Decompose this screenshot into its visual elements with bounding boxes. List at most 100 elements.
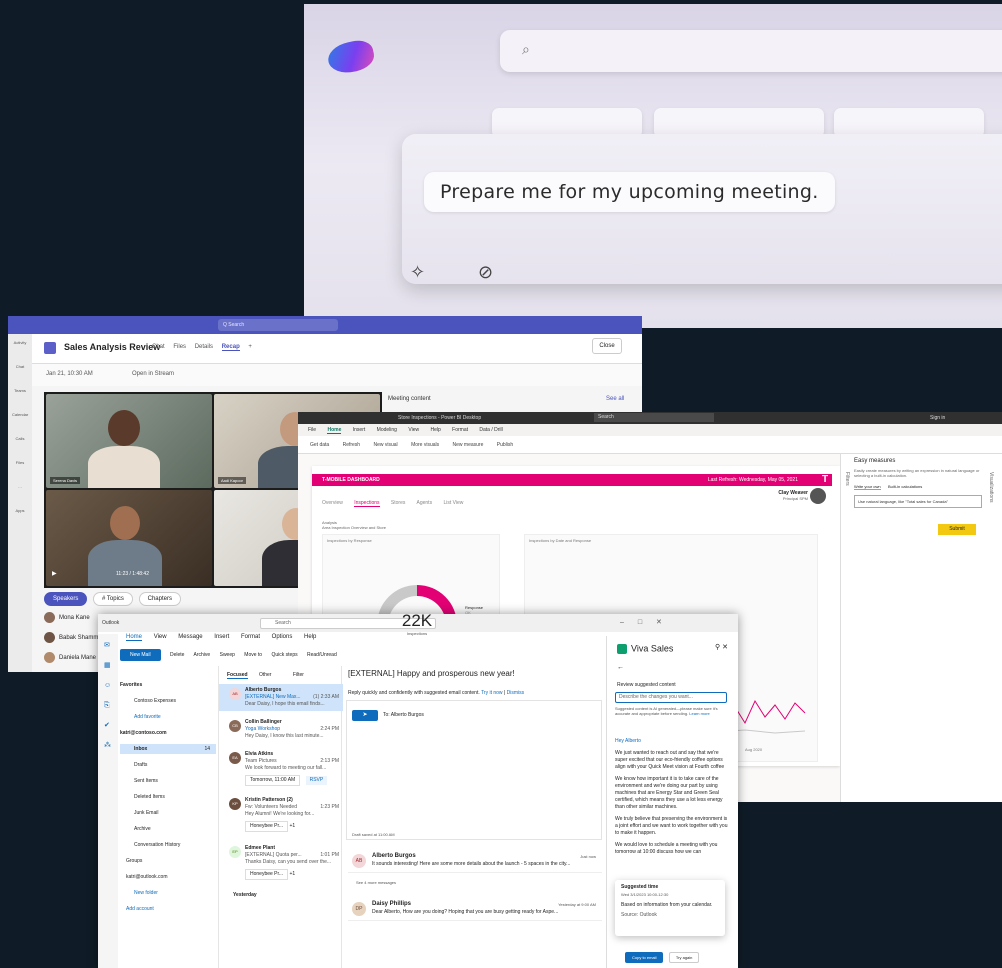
tab-chat[interactable]: Chat — [152, 344, 165, 350]
refresh-button[interactable]: Refresh — [343, 442, 361, 448]
group-header-yesterday[interactable]: Yesterday — [233, 892, 257, 898]
rsvp-button[interactable]: RSVP — [305, 776, 328, 785]
rail-apps[interactable]: Apps — [12, 508, 28, 522]
account-header[interactable]: katri@outlook.com — [126, 874, 167, 880]
play-icon[interactable]: ▶ — [52, 570, 57, 577]
people-icon[interactable]: ☺ — [104, 682, 112, 690]
back-arrow-icon[interactable]: ← — [617, 664, 624, 671]
rail-calls[interactable]: Calls — [12, 436, 28, 450]
rail-files[interactable]: Files — [12, 460, 28, 474]
chip-chapters[interactable]: Chapters — [138, 592, 181, 606]
menu-view[interactable]: View — [154, 634, 167, 640]
sweep-button[interactable]: Sweep — [220, 652, 235, 658]
pbi-menu-view[interactable]: View — [408, 427, 419, 433]
pbi-menu-drill[interactable]: Data / Drill — [479, 427, 502, 433]
pbi-sign-in[interactable]: Sign in — [930, 415, 945, 421]
new-folder-link[interactable]: New folder — [134, 890, 158, 896]
list-item[interactable]: KP Kristin Patterson (2) Fw: Volunteers … — [219, 794, 343, 835]
visualizations-pane-toggle[interactable]: Visualizations — [988, 472, 994, 502]
open-in-stream-link[interactable]: Open in Stream — [132, 371, 174, 377]
read-unread-button[interactable]: Read/Unread — [307, 652, 337, 658]
add-account-link[interactable]: Add account — [126, 906, 154, 912]
new-visual-button[interactable]: New visual — [373, 442, 397, 448]
close-icon[interactable]: ✕ — [722, 644, 728, 651]
folder-inbox[interactable]: Inbox 14 — [120, 744, 216, 754]
tab-built-in[interactable]: Built-in calculations — [888, 484, 922, 489]
new-measure-button[interactable]: New measure — [453, 442, 484, 448]
speaker-row[interactable]: Mona Kane — [44, 612, 90, 626]
sparkle-icon[interactable]: ✧ — [410, 262, 425, 283]
quick-steps-button[interactable]: Quick steps — [271, 652, 297, 658]
delete-button[interactable]: Delete — [170, 652, 184, 658]
attach-icon[interactable]: ⎘ — [104, 702, 112, 710]
pbi-menu-file[interactable]: File — [308, 427, 316, 433]
compose-area[interactable] — [346, 700, 602, 840]
measure-input[interactable]: Use natural language, like "Total sales … — [854, 495, 982, 508]
try-again-button[interactable]: Try again — [668, 952, 700, 963]
folder-conversation-history[interactable]: Conversation History — [134, 842, 180, 848]
menu-insert[interactable]: Insert — [214, 634, 229, 640]
folder-sent[interactable]: Sent Items — [134, 778, 158, 784]
calendar-icon[interactable]: ▦ — [104, 662, 112, 670]
speaker-row[interactable]: Babak Shamm — [44, 632, 98, 646]
page-tab-overview[interactable]: Overview — [322, 500, 343, 506]
page-tab-inspections[interactable]: Inspections — [354, 500, 380, 507]
see-more-messages[interactable]: See 4 more messages — [356, 880, 396, 885]
folder-contoso-expenses[interactable]: Contoso Expenses — [134, 698, 176, 704]
pbi-menu-help[interactable]: Help — [430, 427, 440, 433]
folder-junk[interactable]: Junk Email — [134, 810, 158, 816]
rail-activity[interactable]: Activity — [12, 340, 28, 354]
to-field[interactable]: To: Alberto Burgos — [383, 712, 424, 718]
publish-button[interactable]: Publish — [497, 442, 513, 448]
tab-details[interactable]: Details — [195, 344, 213, 350]
thread-message[interactable]: AB Alberto Burgos It sounds interesting!… — [348, 848, 602, 873]
dismiss-link[interactable]: Dismiss — [507, 690, 525, 696]
attachment-chip[interactable]: Honeybee Pr... — [245, 869, 289, 880]
minimize-icon[interactable]: – — [620, 619, 624, 626]
favorites-header[interactable]: Favorites — [120, 682, 142, 688]
chip-topics[interactable]: # Topics — [93, 592, 133, 606]
page-tab-agents[interactable]: Agents — [417, 500, 433, 506]
rail-calendar[interactable]: Calendar — [12, 412, 28, 426]
list-item[interactable]: EP Edmee Plant [EXTERNAL] Quota per... 1… — [219, 842, 343, 883]
tab-recap[interactable]: Recap — [221, 344, 240, 351]
copilot-search-bar[interactable]: ⌕ — [500, 30, 1002, 72]
pbi-menu-home[interactable]: Home — [327, 427, 342, 434]
apps-icon[interactable]: ⁂ — [104, 742, 112, 750]
pin-icon[interactable]: ⚲ — [715, 644, 720, 651]
pbi-menu-format[interactable]: Format — [452, 427, 468, 433]
menu-home[interactable]: Home — [126, 634, 143, 641]
rsvp-time[interactable]: Tomorrow, 11:00 AM — [245, 775, 301, 786]
rail-chat[interactable]: Chat — [12, 364, 28, 378]
todo-icon[interactable]: ✔ — [104, 722, 112, 730]
teams-search[interactable]: Q Search — [218, 319, 338, 331]
copilot-prompt-box[interactable]: Prepare me for my upcoming meeting. ✧ ⊘ — [402, 134, 1002, 284]
maximize-icon[interactable]: □ — [638, 619, 642, 626]
pbi-menu-modeling[interactable]: Modeling — [377, 427, 397, 433]
list-item[interactable]: AB Alberto Burgos [EXTERNAL] New Max... … — [219, 684, 343, 711]
filters-pane-toggle[interactable]: Filters — [844, 472, 850, 486]
close-button[interactable]: Close — [592, 338, 622, 354]
copy-to-email-button[interactable]: Copy to email — [625, 952, 664, 963]
see-all-link[interactable]: See all — [606, 396, 624, 402]
folder-drafts[interactable]: Drafts — [134, 762, 147, 768]
describe-changes-input[interactable]: Describe the changes you want... — [615, 692, 727, 703]
pbi-search[interactable]: Search — [594, 413, 714, 422]
get-data-button[interactable]: Get data — [310, 442, 329, 448]
folder-groups[interactable]: Groups — [126, 858, 142, 864]
more-visuals-button[interactable]: More visuals — [411, 442, 439, 448]
account-header[interactable]: katri@contoso.com — [120, 730, 167, 736]
mail-icon[interactable]: ✉ — [104, 642, 112, 650]
move-to-button[interactable]: Move to — [244, 652, 262, 658]
prompt-text[interactable]: Prepare me for my upcoming meeting. — [424, 172, 835, 212]
learn-more-link[interactable]: Learn more — [689, 711, 709, 716]
menu-options[interactable]: Options — [272, 634, 293, 640]
tab-write-your-own[interactable]: Write your own — [854, 484, 881, 490]
try-it-link[interactable]: Try it now — [481, 690, 502, 696]
page-tab-list-view[interactable]: List View — [443, 500, 463, 506]
rail-more[interactable]: … — [12, 484, 28, 498]
thread-message[interactable]: DP Daisy Phillips Dear Alberto, How are … — [348, 896, 602, 921]
pbi-menu-insert[interactable]: Insert — [353, 427, 366, 433]
folder-deleted[interactable]: Deleted Items — [134, 794, 165, 800]
tab-focused[interactable]: Focused — [227, 672, 248, 679]
